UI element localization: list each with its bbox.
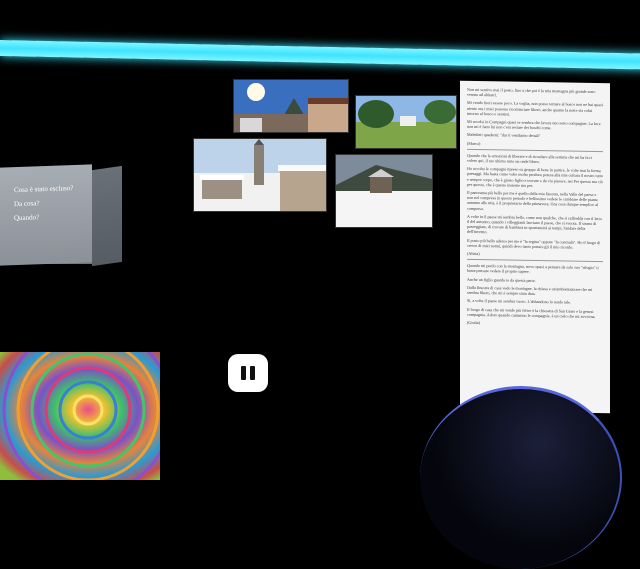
doc-paragraph: Mi accolsi in Compagni quasi se sembra c… <box>467 118 601 131</box>
cube-line-3: Quando? <box>14 213 40 223</box>
dark-sphere <box>420 386 622 569</box>
photo-hut-snow[interactable] <box>335 154 433 228</box>
photo-church-snow[interactable] <box>193 138 327 212</box>
divider <box>467 259 603 263</box>
doc-paragraph: Ho accolto le compagni ripreso su gruppo… <box>467 166 603 188</box>
doc-paragraph: A volte in il paese mi sembra bello, com… <box>467 213 602 235</box>
cube-side <box>92 165 122 267</box>
doc-paragraph: Dalla finestra di casa vedo le montagne,… <box>467 284 593 297</box>
cube-face[interactable]: Cosa è stato escluso? Da cosa? Quando? <box>0 164 92 266</box>
doc-paragraph: Anche un figlio guarda io da questa part… <box>467 276 536 283</box>
doc-paragraph: Il luogo di casa che mi vende più felice… <box>467 306 596 319</box>
doc-paragraph: Quando mi perdo con la montagna, trovo q… <box>467 263 599 275</box>
doc-paragraph: Quando che le emozioni di liberare e di … <box>467 152 592 165</box>
pause-icon <box>239 366 257 380</box>
doc-author: (Alizia) <box>467 250 480 257</box>
doc-author: (Giulia) <box>467 319 480 325</box>
text-panel[interactable]: Non mi sentivo mai il posto, fino a che … <box>460 80 610 414</box>
photo-village-sunny[interactable] <box>233 79 349 133</box>
doc-paragraph: Sì, a volte il paese mi sembra vuoto. L'… <box>467 298 571 305</box>
psychedelic-artwork[interactable] <box>0 352 160 480</box>
doc-paragraph: Il panorama più bello per me è quello de… <box>467 189 599 211</box>
photo-meadow-house[interactable] <box>355 95 457 149</box>
doc-paragraph: Non mi sentivo mai il posto, fino a che … <box>467 86 596 98</box>
divider <box>467 148 603 153</box>
pause-button[interactable] <box>228 354 268 392</box>
doc-paragraph: Maledetti quaderni: "dar ti vendiamo det… <box>467 132 541 139</box>
doc-author: (Marco) <box>467 140 481 146</box>
doc-paragraph: Il posto più bello adesso per me è "la r… <box>467 237 601 250</box>
light-beam <box>0 40 640 70</box>
doc-paragraph: Mi vendo fuori essere poco. La voglia, n… <box>467 100 603 117</box>
